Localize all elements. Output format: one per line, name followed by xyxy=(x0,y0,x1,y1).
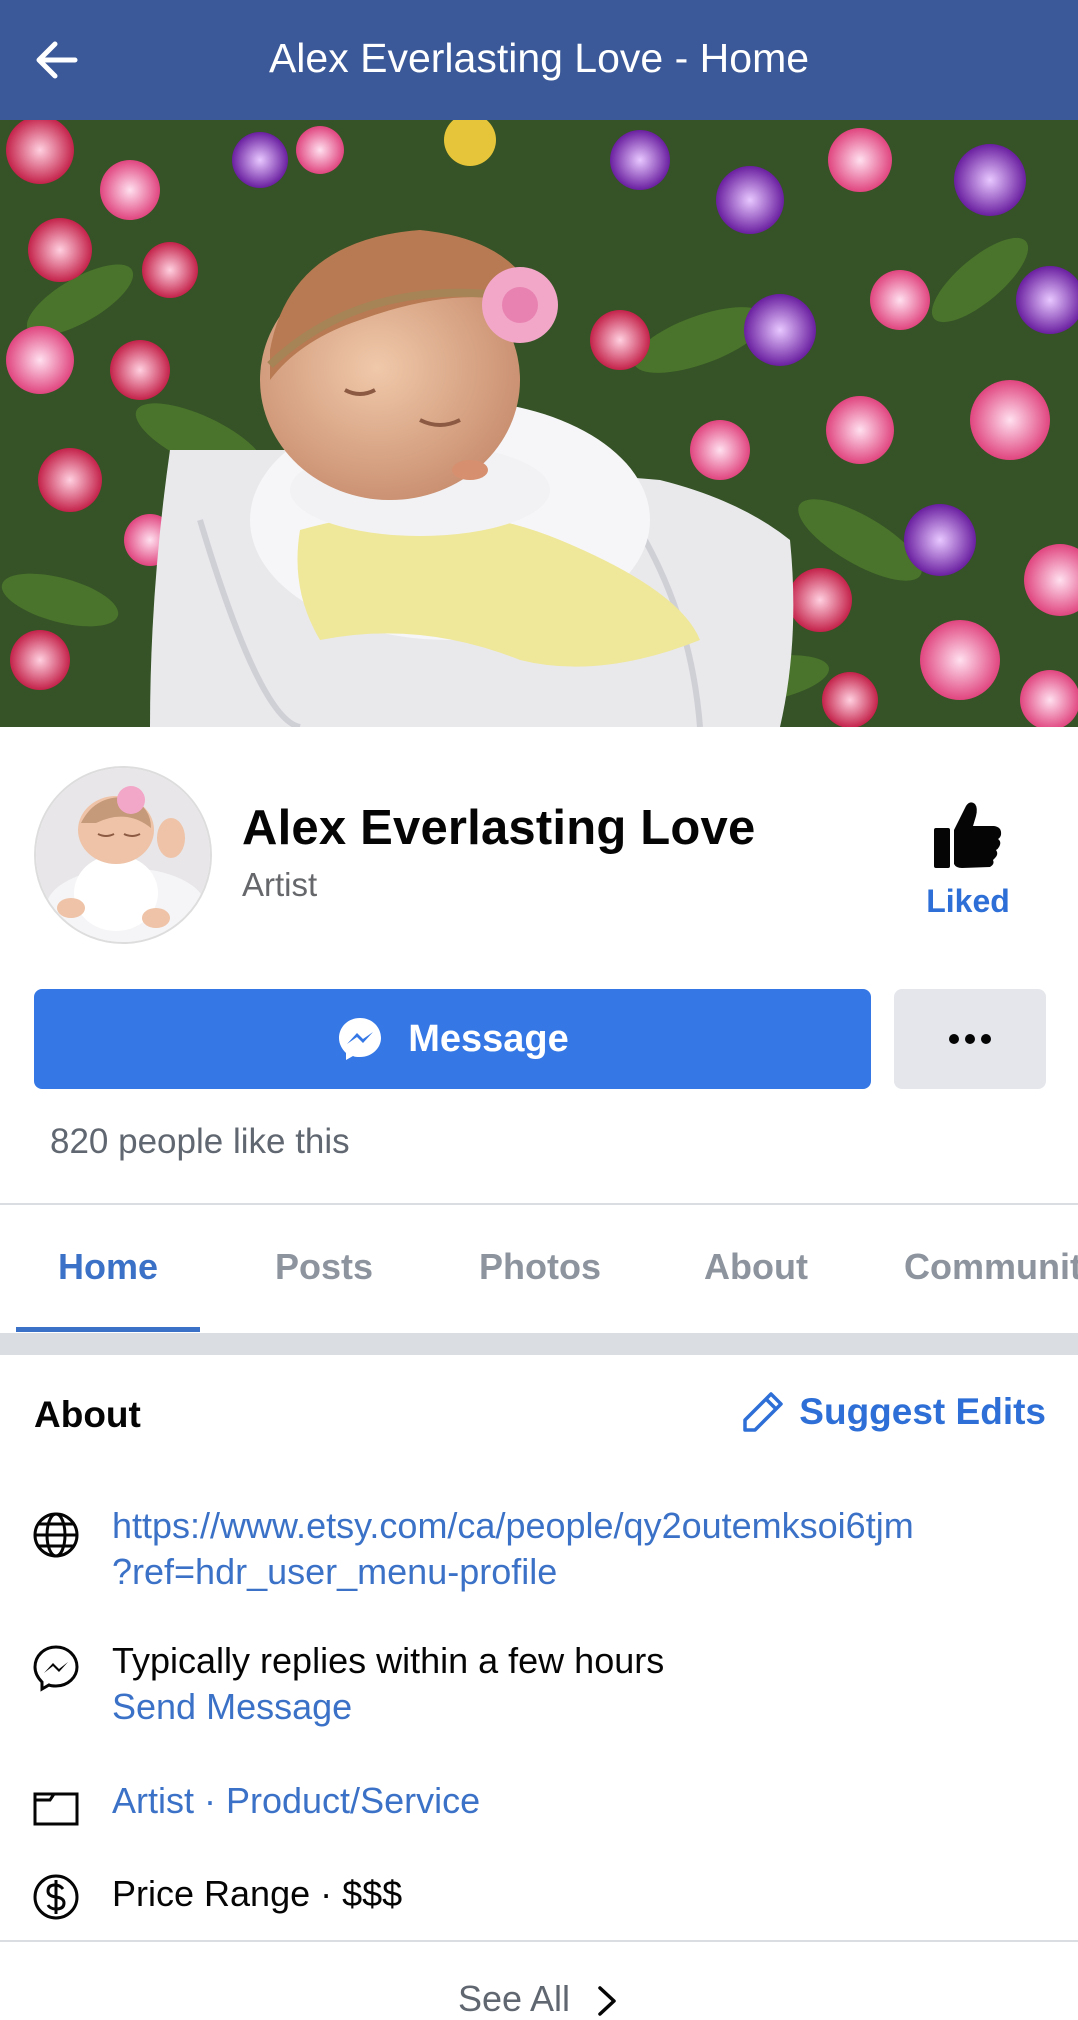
cover-image xyxy=(0,120,1078,727)
about-heading: About xyxy=(34,1394,141,1435)
price-range-text: Price Range · $$$ xyxy=(112,1873,403,1914)
message-label: Message xyxy=(408,1017,569,1060)
message-button[interactable]: Message xyxy=(34,989,871,1089)
send-message-link[interactable]: Send Message xyxy=(112,1684,664,1730)
tab-photos[interactable]: Photos xyxy=(460,1205,620,1333)
cover-photo[interactable] xyxy=(0,120,1078,727)
top-bar: Alex Everlasting Love - Home xyxy=(0,0,1078,120)
tab-about[interactable]: About xyxy=(676,1205,836,1333)
divider xyxy=(0,1940,1078,1942)
active-tab-indicator xyxy=(16,1327,200,1332)
see-all-button[interactable]: See All xyxy=(0,1978,1078,2020)
website-link-line1[interactable]: https://www.etsy.com/ca/people/qy2outemk… xyxy=(112,1503,914,1549)
category-links[interactable]: Artist · Product/Service xyxy=(112,1780,480,1821)
page-name: Alex Everlasting Love xyxy=(242,801,756,855)
website-link-line2[interactable]: ?ref=hdr_user_menu-profile xyxy=(112,1549,914,1595)
section-separator xyxy=(0,1333,1078,1355)
pencil-icon xyxy=(743,1392,784,1432)
avatar-image xyxy=(36,768,210,942)
globe-icon xyxy=(33,1512,79,1558)
dollar-circle-icon xyxy=(33,1874,79,1920)
page-tabs: Home Posts Photos About Communit xyxy=(0,1205,1078,1335)
response-time-text: Typically replies within a few hours xyxy=(112,1640,665,1681)
ellipsis-icon xyxy=(949,1034,991,1044)
tab-posts[interactable]: Posts xyxy=(244,1205,404,1333)
tab-home[interactable]: Home xyxy=(16,1205,200,1333)
tab-community[interactable]: Communit xyxy=(904,1205,1078,1333)
messenger-icon xyxy=(339,1018,382,1060)
suggest-edits-label: Suggest Edits xyxy=(799,1391,1046,1432)
thumbs-up-icon xyxy=(934,802,1002,868)
page-title: Alex Everlasting Love - Home xyxy=(268,35,810,81)
more-options-button[interactable] xyxy=(894,989,1046,1089)
chevron-right-icon xyxy=(598,1986,616,2017)
page-category: Artist xyxy=(242,866,318,903)
briefcase-icon xyxy=(33,1792,79,1826)
suggest-edits-button[interactable]: Suggest Edits xyxy=(741,1390,1046,1434)
messenger-outline-icon xyxy=(33,1645,79,1692)
liked-button[interactable]: Liked xyxy=(910,800,1026,930)
profile-avatar[interactable] xyxy=(34,766,212,944)
likes-count: 820 people like this xyxy=(50,1122,350,1161)
liked-label: Liked xyxy=(926,883,1010,919)
